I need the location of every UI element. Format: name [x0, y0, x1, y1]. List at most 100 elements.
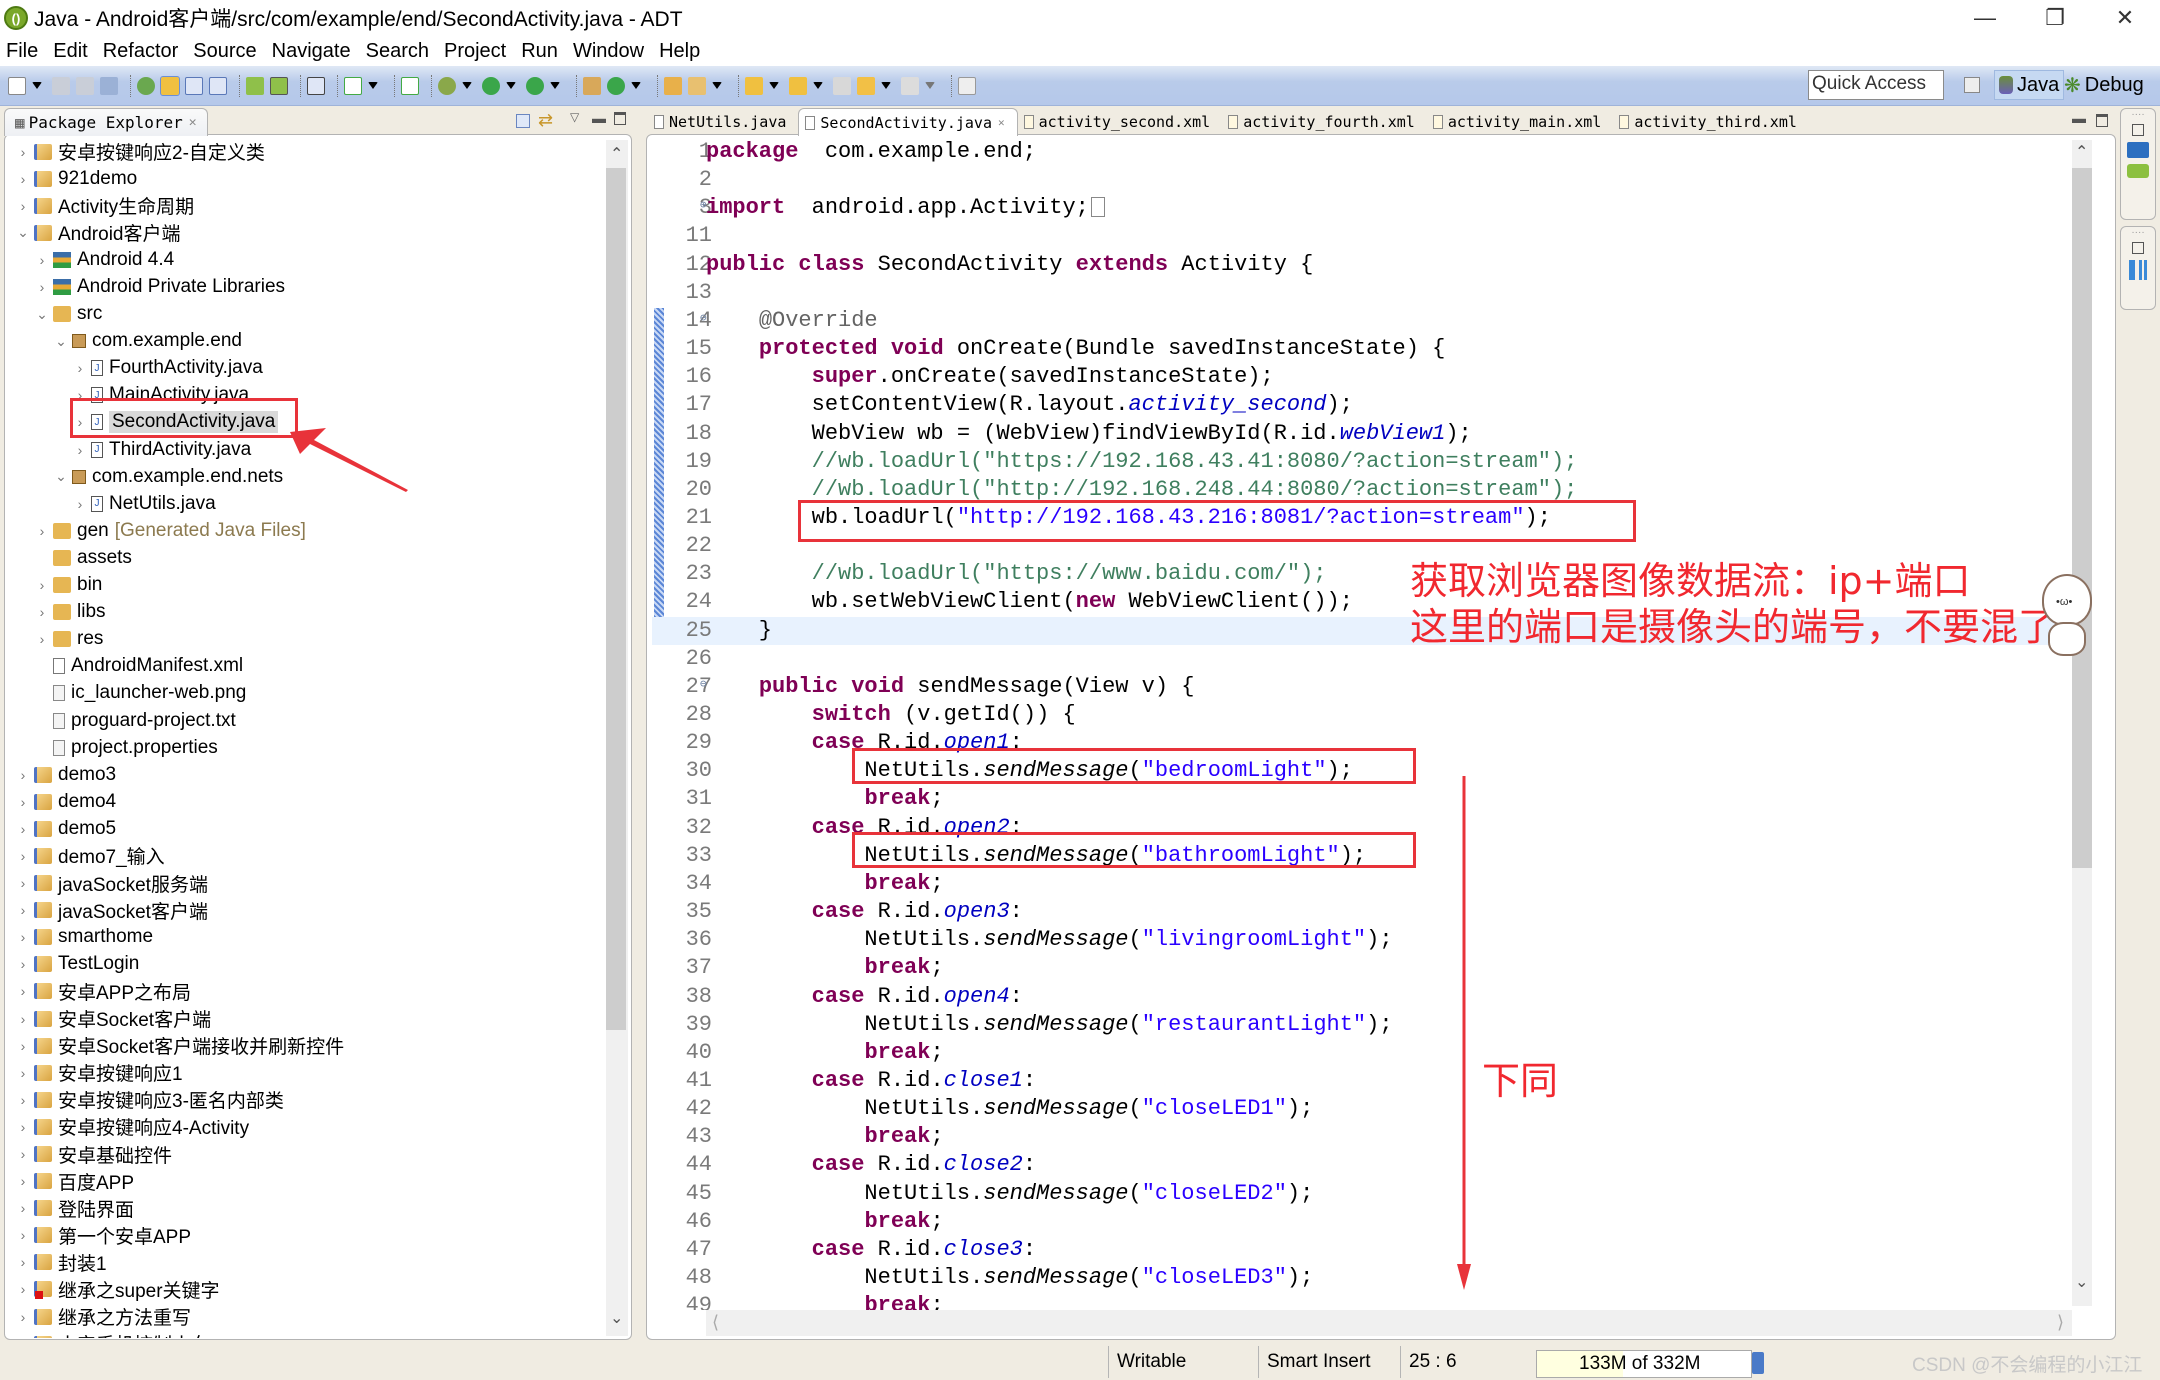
last-edit-location-icon[interactable]	[833, 76, 851, 95]
previous-annotation-dropdown-icon[interactable]	[813, 82, 823, 89]
save-all-icon[interactable]	[76, 76, 94, 95]
menu-source[interactable]: Source	[193, 40, 256, 63]
chevron-right-icon[interactable]: ›	[16, 1254, 30, 1270]
code-line[interactable]: 11	[652, 222, 2072, 250]
chevron-right-icon[interactable]: ›	[16, 848, 30, 864]
chevron-down-icon[interactable]: ⌄	[54, 333, 68, 350]
tree-item[interactable]: assets	[6, 544, 606, 571]
tree-item[interactable]: › 安卓按键响应2-自定义类	[6, 138, 606, 165]
maximize-editor-icon[interactable]	[2096, 114, 2108, 127]
link-with-editor-icon[interactable]: ⇄	[538, 110, 553, 131]
scroll-up-icon[interactable]: ⌃	[610, 144, 623, 164]
menu-help[interactable]: Help	[659, 40, 700, 63]
chevron-right-icon[interactable]: ›	[16, 198, 30, 214]
scroll-down-icon[interactable]: ⌄	[610, 1308, 623, 1328]
quick-access-input[interactable]: Quick Access	[1808, 70, 1944, 100]
chevron-right-icon[interactable]: ›	[16, 1309, 30, 1325]
scrollbar-thumb[interactable]	[2072, 168, 2092, 868]
code-line[interactable]: 15 protected void onCreate(Bundle savedI…	[652, 335, 2072, 363]
heap-status[interactable]: 133M of 332M	[1536, 1350, 1752, 1378]
chevron-right-icon[interactable]: ›	[16, 1173, 30, 1189]
code-line[interactable]: 14 ⊖ @Override	[652, 307, 2072, 335]
tree-item[interactable]: › javaSocket客户端	[6, 897, 606, 924]
code-line[interactable]: 47 case R.id.close3:	[652, 1236, 2072, 1264]
tree-item[interactable]: › javaSocket服务端	[6, 870, 606, 897]
minimize-button[interactable]: —	[1955, 0, 2015, 36]
code-line[interactable]: 28 switch (v.getId()) {	[652, 701, 2072, 729]
scroll-up-icon[interactable]: ⌃	[2075, 142, 2088, 162]
chevron-right-icon[interactable]: ›	[16, 983, 30, 999]
tree-item[interactable]: › demo4	[6, 788, 606, 815]
restore-icon[interactable]	[2132, 242, 2144, 254]
code-line[interactable]: 42 NetUtils.sendMessage("closeLED1");	[652, 1095, 2072, 1123]
chevron-right-icon[interactable]: ›	[35, 577, 49, 593]
tree-item[interactable]: AndroidManifest.xml	[6, 653, 606, 680]
debug-icon[interactable]	[438, 76, 456, 95]
chevron-right-icon[interactable]: ›	[16, 171, 30, 187]
tree-item[interactable]: › res	[6, 626, 606, 653]
tree-item[interactable]: › demo3	[6, 761, 606, 788]
code-line[interactable]: 46 break;	[652, 1208, 2072, 1236]
chevron-down-icon[interactable]: ⌄	[16, 224, 30, 241]
code-line[interactable]: 13	[652, 279, 2072, 307]
code-line[interactable]: 3 ⊕ import android.app.Activity;	[652, 194, 2072, 222]
lint-icon[interactable]	[307, 76, 325, 95]
tree-item[interactable]: ic_launcher-web.png	[6, 680, 606, 707]
code-line[interactable]: 1 package com.example.end;	[652, 138, 2072, 166]
close-button[interactable]: ✕	[2095, 0, 2155, 36]
code-line[interactable]: 38 case R.id.open4:	[652, 983, 2072, 1011]
code-line[interactable]: 27 ⊖ public void sendMessage(View v) {	[652, 673, 2072, 701]
forward-dropdown-icon[interactable]	[925, 82, 935, 89]
tree-item[interactable]: › 继承之super关键字	[6, 1276, 606, 1303]
save-icon[interactable]	[52, 76, 70, 95]
android-sdk-manager-icon[interactable]	[246, 76, 264, 95]
chevron-right-icon[interactable]: ›	[35, 252, 49, 268]
code-line[interactable]: 18 WebView wb = (WebView)findViewById(R.…	[652, 420, 2072, 448]
menu-run[interactable]: Run	[521, 40, 558, 63]
back-dropdown-icon[interactable]	[881, 82, 891, 89]
tree-item[interactable]: › 百度APP	[6, 1168, 606, 1195]
chevron-right-icon[interactable]: ›	[16, 1092, 30, 1108]
android-device-icon[interactable]	[2127, 164, 2149, 178]
tree-item[interactable]: › 小安手机控制小车	[6, 1330, 606, 1338]
tree-item[interactable]: › 安卓APP之布局	[6, 978, 606, 1005]
chevron-right-icon[interactable]: ›	[35, 631, 49, 647]
collapse-all-icon[interactable]	[516, 114, 530, 128]
new-icon[interactable]	[8, 76, 26, 95]
code-line[interactable]: 17 setContentView(R.layout.activity_seco…	[652, 391, 2072, 419]
tree-item[interactable]: › 安卓Socket客户端接收并刷新控件	[6, 1032, 606, 1059]
maximize-view-icon[interactable]	[614, 112, 626, 125]
tree-item[interactable]: › 安卓按键响应3-匿名内部类	[6, 1086, 606, 1113]
monitor-icon[interactable]	[2127, 142, 2149, 158]
open-type-icon[interactable]	[137, 76, 155, 95]
code-line[interactable]: 45 NetUtils.sendMessage("closeLED2");	[652, 1180, 2072, 1208]
chevron-down-icon[interactable]: ⌄	[35, 306, 49, 323]
garbage-collect-icon[interactable]	[1752, 1352, 1764, 1374]
new-android-project-icon[interactable]	[401, 76, 419, 95]
chevron-right-icon[interactable]: ›	[16, 794, 30, 810]
minimize-view-icon[interactable]: ▬	[592, 110, 606, 126]
scroll-right-icon[interactable]: ⟩	[2057, 1312, 2064, 1333]
trim-grip[interactable]: ····	[2121, 227, 2155, 238]
checkbox-task-icon[interactable]	[344, 76, 362, 95]
tree-item[interactable]: › 第一个安卓APP	[6, 1222, 606, 1249]
tree-item[interactable]: › 安卓按键响应4-Activity	[6, 1113, 606, 1140]
editor-tab[interactable]: activity_second.xml	[1018, 108, 1223, 136]
tree-item[interactable]: › 继承之方法重写	[6, 1303, 606, 1330]
print-icon[interactable]	[100, 76, 118, 95]
pin-editor-icon[interactable]	[958, 76, 976, 95]
menu-window[interactable]: Window	[573, 40, 644, 63]
code-line[interactable]: 43 break;	[652, 1123, 2072, 1151]
back-icon[interactable]	[857, 76, 875, 95]
tree-item[interactable]: › gen [Generated Java Files]	[6, 517, 606, 544]
perspective-java-button[interactable]: Java	[1994, 70, 2065, 100]
chevron-right-icon[interactable]: ›	[16, 929, 30, 945]
tree-item[interactable]: › demo7_输入	[6, 842, 606, 869]
new-dropdown-icon[interactable]	[32, 82, 42, 89]
code-line[interactable]: 12 public class SecondActivity extends Ac…	[652, 251, 2072, 279]
package-explorer-tab[interactable]: ▦ Package Explorer ✕	[4, 108, 208, 136]
menu-file[interactable]: File	[6, 40, 38, 63]
code-editor[interactable]: 1 package com.example.end; 2 3 ⊕ import andro…	[652, 138, 2072, 1310]
close-tab-icon[interactable]: ✕	[998, 116, 1005, 129]
debug-dropdown-icon[interactable]	[462, 82, 472, 89]
